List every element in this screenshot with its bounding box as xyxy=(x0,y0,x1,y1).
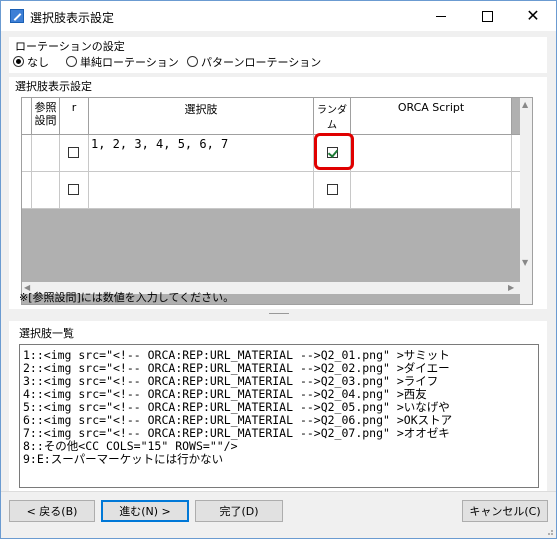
row-header-corner xyxy=(22,98,32,134)
radio-none[interactable] xyxy=(13,56,24,67)
row-header xyxy=(22,172,32,208)
maximize-button[interactable] xyxy=(464,1,510,31)
radio-pattern-rotation-label[interactable]: パターンローテーション xyxy=(201,54,321,70)
close-icon: ✕ xyxy=(526,6,540,25)
edit-pencil-icon xyxy=(10,9,24,23)
button-bar-divider xyxy=(1,491,556,492)
grid-header: 参照 設問 r 選択肢 ランダム ORCA Script xyxy=(22,98,520,135)
finish-button[interactable]: 完了(D) xyxy=(195,500,283,522)
resize-grip-icon[interactable] xyxy=(544,526,554,536)
col-header-ref[interactable]: 参照 設問 xyxy=(32,98,60,134)
cell-orca-script[interactable] xyxy=(351,172,512,208)
table-row xyxy=(22,172,520,209)
maximize-icon xyxy=(481,10,493,22)
radio-pattern-rotation[interactable] xyxy=(187,56,198,67)
cell-ref[interactable] xyxy=(32,172,60,208)
choice-list-label: 選択肢一覧 xyxy=(19,327,74,340)
col-header-r[interactable]: r xyxy=(60,98,89,134)
back-button[interactable]: < 戻る(B) xyxy=(9,500,95,522)
scroll-right-icon[interactable]: ▶ xyxy=(508,283,514,292)
random-highlight-box xyxy=(314,133,354,170)
cell-r xyxy=(60,135,89,171)
r-checkbox[interactable] xyxy=(68,184,79,195)
close-button[interactable]: ✕ xyxy=(510,1,556,31)
scroll-up-icon[interactable]: ▲ xyxy=(522,100,528,109)
table-row: 1, 2, 3, 4, 5, 6, 7 xyxy=(22,135,520,172)
display-setting-group-label: 選択肢表示設定 xyxy=(15,80,92,93)
choices-text: 1, 2, 3, 4, 5, 6, 7 xyxy=(91,137,229,151)
minimize-button[interactable] xyxy=(418,1,464,31)
cell-choices[interactable]: 1, 2, 3, 4, 5, 6, 7 xyxy=(89,135,314,171)
r-checkbox[interactable] xyxy=(68,147,79,158)
splitter-handle[interactable] xyxy=(269,313,289,314)
col-header-random[interactable]: ランダム xyxy=(314,98,351,134)
dialog-body: ローテーションの設定 なし 単純ローテーション パターンローテーション 選択肢表… xyxy=(1,31,556,538)
cell-random xyxy=(314,172,351,208)
window-title: 選択肢表示設定 xyxy=(30,11,115,25)
choice-grid: 参照 設問 r 選択肢 ランダム ORCA Script 1, 2, 3, 4, … xyxy=(21,97,533,305)
cancel-button[interactable]: キャンセル(C) xyxy=(462,500,548,522)
ref-note: ※[参照設問]には数値を入力してください。 xyxy=(19,291,235,304)
row-header xyxy=(22,135,32,171)
grid-vertical-scrollbar[interactable]: ▲ ▼ xyxy=(520,98,532,304)
radio-none-label[interactable]: なし xyxy=(27,54,49,70)
col-header-orca-script[interactable]: ORCA Script xyxy=(351,98,512,134)
random-checkbox[interactable] xyxy=(327,184,338,195)
col-header-ref-line2: 設問 xyxy=(34,114,57,127)
dialog-window: 選択肢表示設定 ✕ ローテーションの設定 なし 単純ローテーション パターンロー… xyxy=(0,0,557,539)
choice-list-textarea[interactable]: 1::<img src="<!-- ORCA:REP:URL_MATERIAL … xyxy=(19,344,539,488)
minimize-icon xyxy=(436,15,446,17)
col-header-choices[interactable]: 選択肢 xyxy=(89,98,314,134)
next-button[interactable]: 進む(N) > xyxy=(101,500,189,522)
list-item: 9:E:スーパーマーケットには行かない xyxy=(23,452,224,466)
cell-ref[interactable] xyxy=(32,135,60,171)
cell-r xyxy=(60,172,89,208)
radio-simple-rotation[interactable] xyxy=(66,56,77,67)
cell-orca-script[interactable] xyxy=(351,135,512,171)
radio-simple-rotation-label[interactable]: 単純ローテーション xyxy=(80,54,179,70)
rotation-group-label: ローテーションの設定 xyxy=(15,40,125,53)
col-header-ref-line1: 参照 xyxy=(34,101,57,114)
col-header-filler xyxy=(512,98,520,134)
cell-choices[interactable] xyxy=(89,172,314,208)
scroll-down-icon[interactable]: ▼ xyxy=(522,258,528,267)
title-bar: 選択肢表示設定 ✕ xyxy=(1,1,556,31)
